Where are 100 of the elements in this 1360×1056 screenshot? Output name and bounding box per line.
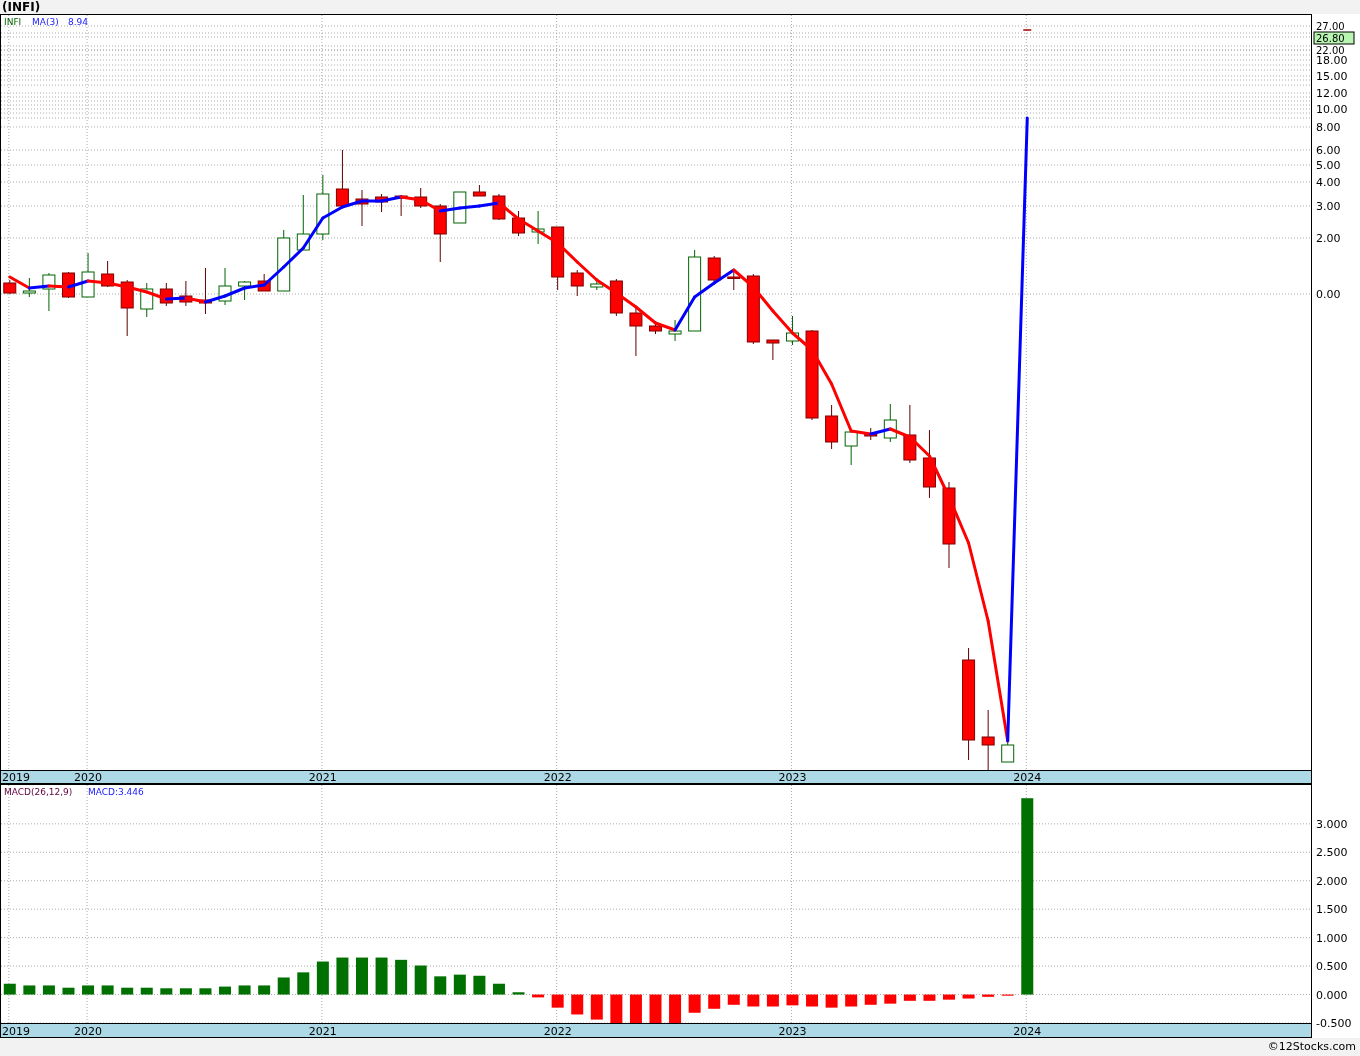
axis-label: 4.00 bbox=[1316, 176, 1341, 189]
candlestick bbox=[22, 277, 36, 298]
macd-bar bbox=[297, 972, 310, 995]
candlestick bbox=[727, 269, 741, 291]
year-label: 2020 bbox=[74, 1025, 103, 1038]
candlestick bbox=[42, 272, 56, 312]
candlestick bbox=[629, 307, 643, 357]
year-label: 2022 bbox=[543, 1025, 572, 1038]
axis-label: 2.00 bbox=[1316, 232, 1341, 245]
candlestick bbox=[81, 252, 95, 298]
candlestick bbox=[335, 149, 349, 209]
macd-bar bbox=[982, 994, 995, 997]
macd-bar bbox=[121, 987, 134, 995]
candlestick bbox=[355, 189, 369, 227]
macd-bar bbox=[3, 983, 16, 995]
axis-label: 18.00 bbox=[1316, 54, 1348, 67]
candlestick bbox=[844, 429, 858, 466]
candlestick bbox=[3, 279, 17, 295]
macd-bar bbox=[903, 994, 916, 1001]
candlestick bbox=[453, 191, 467, 224]
candlestick bbox=[140, 282, 154, 318]
candlestick bbox=[531, 210, 545, 245]
macd-bar bbox=[571, 994, 584, 1015]
year-label: 2021 bbox=[308, 1025, 337, 1038]
axis-label: 5.00 bbox=[1316, 159, 1341, 172]
axis-label: 27.00 bbox=[1316, 21, 1345, 32]
year-label: 2021 bbox=[308, 771, 337, 784]
year-label: 2022 bbox=[543, 771, 572, 784]
candlestick bbox=[394, 194, 408, 217]
candlestick bbox=[296, 194, 310, 251]
macd-bar bbox=[786, 994, 799, 1006]
candlestick bbox=[120, 279, 134, 337]
axis-label: 1.000 bbox=[1316, 931, 1348, 945]
macd-bar bbox=[395, 959, 408, 995]
indicator-label: MACD(26,12,9) bbox=[4, 787, 73, 797]
year-label: 2019 bbox=[2, 1025, 30, 1038]
candlestick bbox=[238, 280, 252, 301]
candlestick bbox=[864, 427, 878, 441]
macd-bar bbox=[923, 994, 936, 1001]
macd-bar bbox=[962, 994, 975, 999]
candlestick bbox=[570, 269, 584, 297]
candlestick bbox=[198, 267, 212, 315]
macd-bar bbox=[336, 957, 349, 995]
macd-bar bbox=[42, 985, 55, 995]
candlestick bbox=[472, 184, 486, 197]
indicator-label: MA(3) bbox=[32, 17, 59, 27]
macd-bar bbox=[532, 994, 545, 998]
macd-bar bbox=[864, 994, 877, 1005]
candlestick bbox=[159, 282, 173, 307]
candlestick bbox=[551, 226, 565, 291]
copyright-text: ©12Stocks.com bbox=[1267, 1040, 1356, 1053]
macd-bar bbox=[101, 985, 114, 995]
candlestick bbox=[277, 229, 291, 292]
axis-label: 15.00 bbox=[1316, 70, 1348, 83]
indicator-value: MACD:3.446 bbox=[88, 787, 144, 797]
candlestick bbox=[746, 273, 760, 345]
axis-label: 8.00 bbox=[1316, 121, 1341, 134]
candlestick bbox=[433, 203, 447, 263]
axis-label: 2.000 bbox=[1316, 874, 1348, 888]
macd-bar bbox=[512, 992, 525, 995]
macd-bar bbox=[884, 994, 897, 1004]
candlestick bbox=[414, 187, 428, 209]
macd-bar bbox=[219, 986, 231, 995]
axis-label: 10.00 bbox=[1316, 103, 1348, 116]
candlestick bbox=[707, 255, 721, 283]
macd-bar bbox=[669, 994, 682, 1023]
candlestick bbox=[766, 339, 780, 361]
year-label: 2024 bbox=[1013, 1025, 1042, 1038]
macd-bar bbox=[258, 985, 271, 995]
axis-label: -0.500 bbox=[1316, 1017, 1352, 1030]
macd-bar bbox=[140, 987, 153, 995]
chart-title: (INFI) bbox=[1, 0, 42, 14]
candlestick bbox=[1001, 741, 1015, 763]
candlestick bbox=[375, 193, 389, 213]
axis-label: 22.00 bbox=[1316, 45, 1345, 56]
price-badge: 26.80 bbox=[1313, 31, 1355, 45]
macd-bar bbox=[179, 988, 192, 995]
candlestick bbox=[179, 280, 193, 307]
axis-label: 3.000 bbox=[1316, 817, 1348, 831]
macd-bar bbox=[62, 987, 75, 995]
year-label: 2020 bbox=[74, 771, 103, 784]
macd-bar bbox=[160, 988, 173, 995]
candlestick bbox=[903, 404, 917, 464]
macd-bar bbox=[82, 985, 95, 995]
candlestick bbox=[257, 273, 271, 292]
macd-bar bbox=[727, 994, 740, 1005]
indicator-value: 8.94 bbox=[68, 17, 89, 27]
candlestick bbox=[922, 429, 936, 499]
macd-bar bbox=[492, 983, 505, 995]
macd-bar bbox=[199, 988, 212, 995]
candlestick bbox=[316, 174, 330, 241]
candlestick bbox=[512, 210, 526, 237]
macd-bar bbox=[610, 994, 623, 1023]
axis-label: 0.000 bbox=[1316, 988, 1348, 1002]
macd-bar bbox=[943, 994, 955, 1000]
candlestick bbox=[101, 260, 115, 288]
candlestick bbox=[668, 319, 682, 342]
axis-label: 2.500 bbox=[1316, 846, 1348, 860]
axis-label: 0.500 bbox=[1316, 960, 1348, 974]
candlestick bbox=[218, 267, 232, 306]
